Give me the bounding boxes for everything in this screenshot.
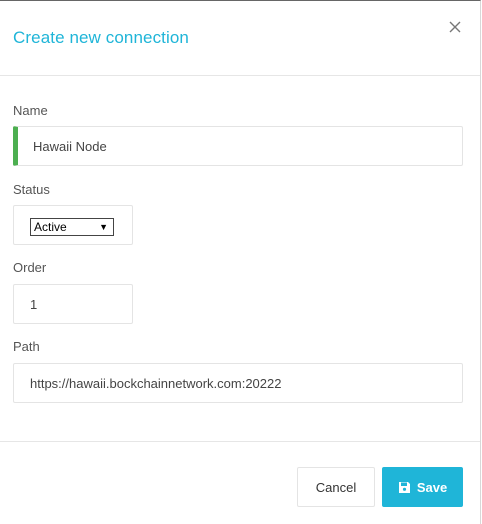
status-select[interactable]: Active ▼ [30, 218, 114, 236]
name-label: Name [13, 103, 48, 118]
footer-divider [0, 441, 480, 442]
status-field: Active ▼ [13, 205, 133, 245]
cancel-button[interactable]: Cancel [297, 467, 375, 507]
close-icon [449, 21, 461, 33]
create-connection-dialog: Create new connection Name Status Active… [0, 0, 481, 524]
path-label: Path [13, 339, 40, 354]
path-field[interactable] [13, 363, 463, 403]
save-button[interactable]: Save [382, 467, 463, 507]
dialog-header: Create new connection [0, 1, 480, 76]
name-field[interactable] [13, 126, 463, 166]
cancel-button-label: Cancel [315, 479, 357, 495]
order-field[interactable] [13, 284, 133, 324]
order-label: Order [13, 260, 47, 275]
dropdown-arrow-icon: ▼ [99, 222, 108, 232]
close-button[interactable] [446, 18, 464, 36]
save-button-label: Save [416, 479, 448, 495]
status-label: Status [13, 182, 50, 197]
floppy-disk-icon [398, 481, 410, 493]
status-select-value: Active [34, 220, 67, 234]
dialog-title: Create new connection [13, 28, 189, 47]
